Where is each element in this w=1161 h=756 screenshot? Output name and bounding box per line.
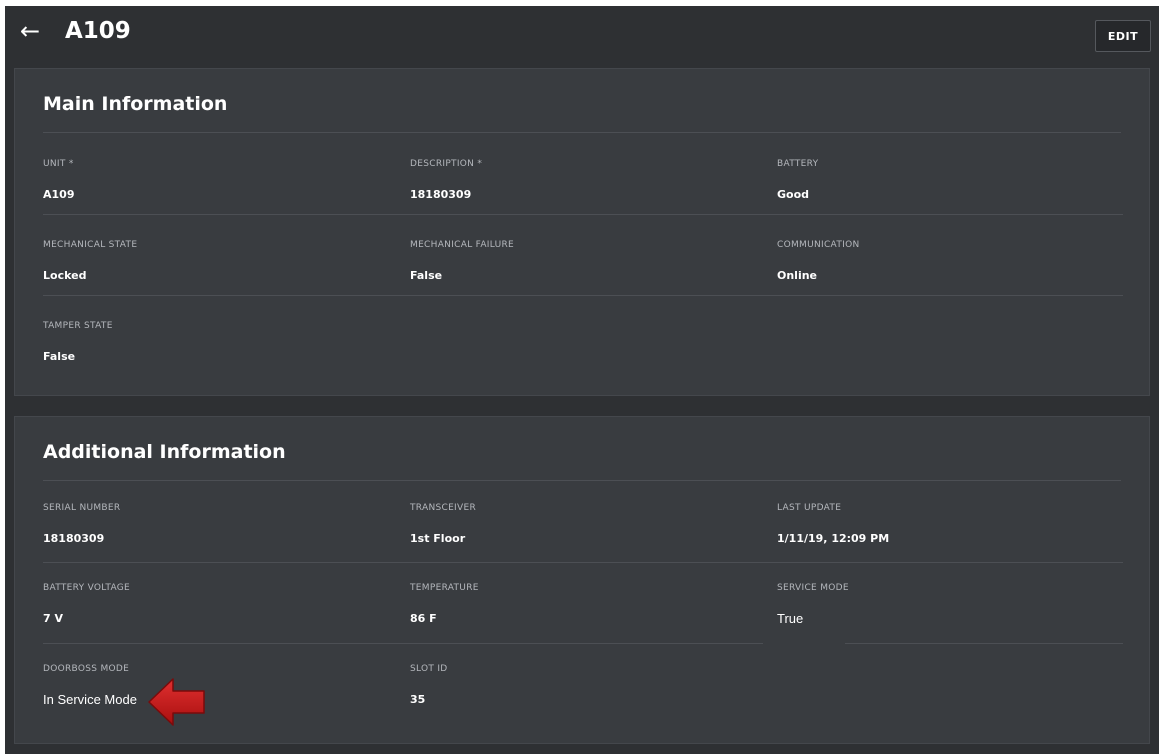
field-value: 1/11/19, 12:09 PM: [777, 532, 890, 545]
arrow-left-icon[interactable]: ←: [17, 16, 43, 46]
card-title-main-information: Main Information: [43, 93, 228, 115]
field-label: DOORBOSS MODE: [43, 664, 130, 674]
divider: [43, 295, 1123, 296]
field-temperature: TEMPERATURE 86 F: [410, 582, 750, 626]
field-battery-voltage: BATTERY VOLTAGE 7 V: [43, 582, 383, 626]
field-value: 18180309: [410, 188, 472, 201]
field-value: False: [410, 269, 443, 282]
top-bar: ← A109 EDIT: [5, 6, 1159, 64]
field-value: False: [43, 350, 76, 363]
field-label: BATTERY VOLTAGE: [43, 583, 131, 593]
divider: [43, 132, 1121, 133]
field-label: BATTERY: [777, 159, 819, 169]
card-title-additional-information: Additional Information: [43, 441, 286, 463]
page-title: A109: [65, 18, 131, 44]
field-label: TAMPER STATE: [43, 321, 113, 331]
field-label: TRANSCEIVER: [410, 503, 477, 513]
field-last-update: LAST UPDATE 1/11/19, 12:09 PM: [777, 502, 1117, 546]
field-label: COMMUNICATION: [777, 240, 860, 250]
field-value: True: [777, 611, 804, 626]
app-window: ← A109 EDIT Main Information UNIT * A109…: [5, 6, 1159, 754]
field-value: In Service Mode: [43, 692, 137, 707]
field-label: SERIAL NUMBER: [43, 503, 121, 513]
field-description: DESCRIPTION * 18180309: [410, 158, 750, 202]
field-label: TEMPERATURE: [410, 583, 479, 593]
additional-information-card: Additional Information SERIAL NUMBER 181…: [14, 416, 1150, 744]
field-value: 7 V: [43, 612, 63, 625]
field-doorboss-mode: DOORBOSS MODE In Service Mode: [43, 663, 383, 707]
field-unit: UNIT * A109: [43, 158, 383, 202]
edit-button[interactable]: EDIT: [1095, 20, 1151, 52]
field-service-mode: SERVICE MODE True: [777, 582, 1117, 626]
field-transceiver: TRANSCEIVER 1st Floor: [410, 502, 750, 546]
divider: [43, 480, 1121, 481]
field-value: A109: [43, 188, 75, 201]
red-arrow-left-icon: [148, 678, 205, 726]
field-label: MECHANICAL FAILURE: [410, 240, 515, 250]
field-label: LAST UPDATE: [777, 503, 842, 513]
field-value: 86 F: [410, 612, 437, 625]
field-value: Good: [777, 188, 810, 201]
field-label: SLOT ID: [410, 664, 448, 674]
field-slot-id: SLOT ID 35: [410, 663, 750, 707]
field-mechanical-state: MECHANICAL STATE Locked: [43, 239, 383, 283]
field-value: Locked: [43, 269, 87, 282]
field-value: 35: [410, 693, 426, 706]
field-communication: COMMUNICATION Online: [777, 239, 1117, 283]
field-mechanical-failure: MECHANICAL FAILURE False: [410, 239, 750, 283]
field-value: 18180309: [43, 532, 105, 545]
divider: [43, 643, 763, 644]
divider: [43, 562, 1123, 563]
field-label: DESCRIPTION *: [410, 159, 483, 169]
divider: [845, 643, 1123, 644]
field-tamper-state: TAMPER STATE False: [43, 320, 383, 364]
divider: [43, 214, 1123, 215]
field-label: MECHANICAL STATE: [43, 240, 138, 250]
field-value: Online: [777, 269, 818, 282]
field-battery: BATTERY Good: [777, 158, 1117, 202]
field-label: SERVICE MODE: [777, 583, 849, 593]
main-information-card: Main Information UNIT * A109 DESCRIPTION…: [14, 68, 1150, 396]
field-value: 1st Floor: [410, 532, 466, 545]
field-label: UNIT *: [43, 159, 74, 169]
field-serial-number: SERIAL NUMBER 18180309: [43, 502, 383, 546]
